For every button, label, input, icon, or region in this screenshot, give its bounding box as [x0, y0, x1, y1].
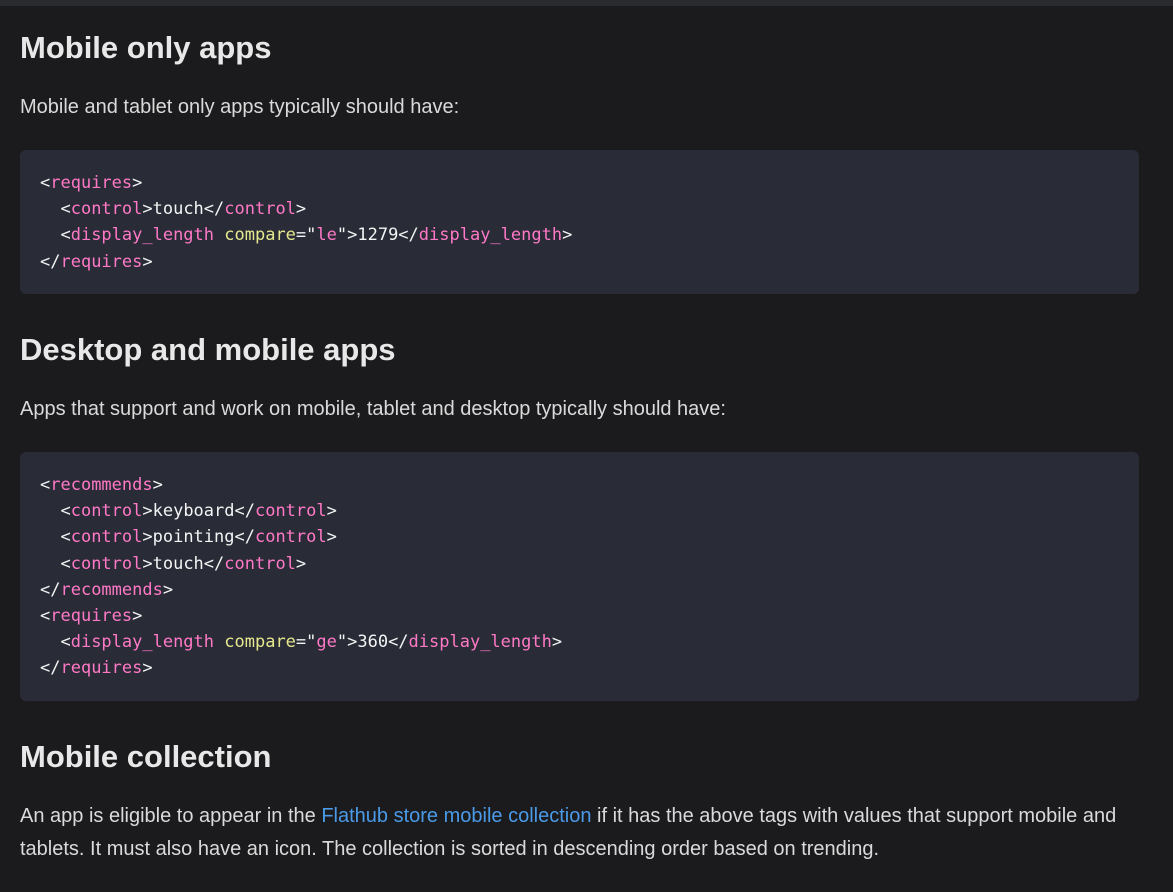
heading-mobile-only-apps: Mobile only apps: [20, 30, 272, 65]
code-block-mobile-only: <requires> <control>touch</control> <dis…: [20, 150, 1139, 294]
flathub-mobile-collection-link[interactable]: Flathub store mobile collection: [321, 805, 591, 827]
top-bar: [0, 0, 1173, 6]
code-line: </requires>: [40, 658, 153, 679]
paragraph-mobile-only: Mobile and tablet only apps typically sh…: [20, 96, 460, 118]
code-lines: <requires> <control>touch</control> <dis…: [40, 170, 1119, 275]
code-line: <control>keyboard</control>: [40, 501, 337, 522]
paragraph-desktop-and-mobile: Apps that support and work on mobile, ta…: [20, 398, 726, 420]
code-line: <requires>: [40, 605, 143, 626]
heading-desktop-and-mobile-apps: Desktop and mobile apps: [20, 332, 396, 367]
code-line: <recommends>: [40, 475, 163, 495]
code-lines: <recommends> <control>keyboard</control>…: [40, 472, 1119, 682]
code-block-desktop-and-mobile: <recommends> <control>keyboard</control>…: [20, 452, 1139, 701]
code-line: <display_length compare="le">1279</displ…: [40, 225, 573, 246]
code-line: </recommends>: [40, 579, 174, 600]
paragraph-text-before-link: An app is eligible to appear in the: [20, 805, 322, 827]
paragraph-mobile-collection: An app is eligible to appear in the Flat…: [20, 800, 1120, 866]
heading-mobile-collection: Mobile collection: [20, 739, 272, 774]
code-line: <display_length compare="ge">360</displa…: [40, 632, 563, 653]
code-line: <control>touch</control>: [40, 199, 307, 220]
code-line: <control>touch</control>: [40, 553, 307, 574]
code-line: <control>pointing</control>: [40, 527, 337, 548]
code-line: <requires>: [40, 173, 143, 193]
code-line: </requires>: [40, 251, 153, 272]
